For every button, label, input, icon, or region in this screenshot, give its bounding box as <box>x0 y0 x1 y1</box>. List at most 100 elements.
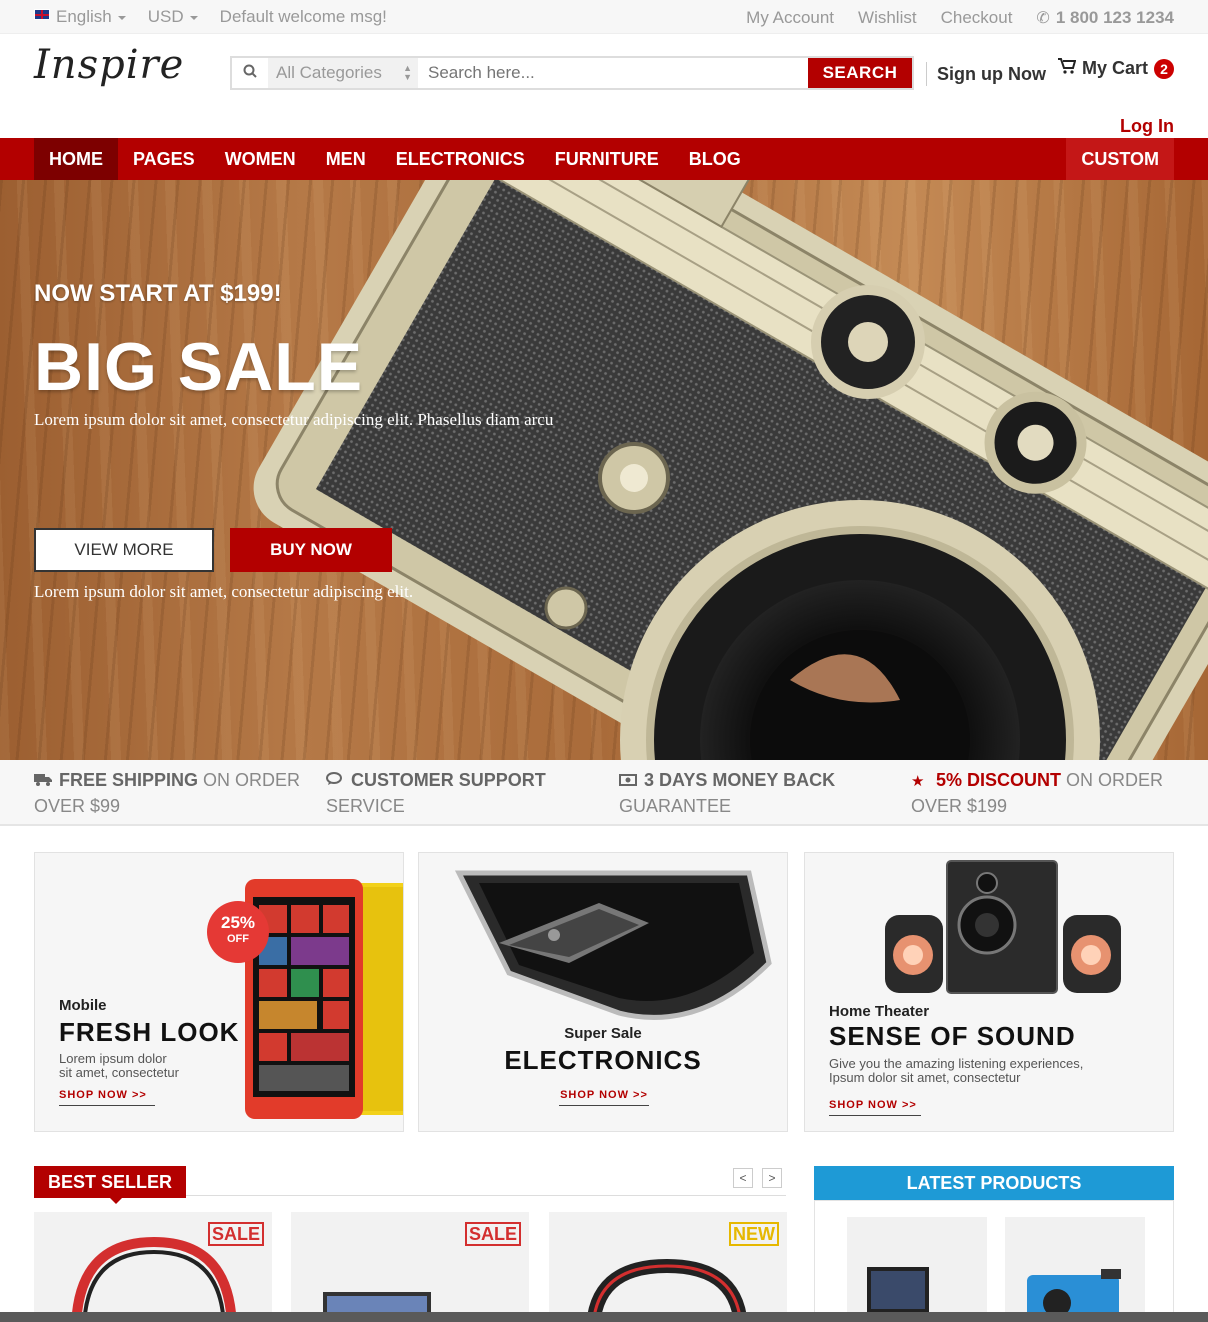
latest-product-item[interactable] <box>1005 1217 1145 1322</box>
hero-description: Lorem ipsum dolor sit amet, consectetur … <box>34 410 554 429</box>
section-divider <box>186 1195 786 1196</box>
bottom-strip <box>0 1312 1208 1322</box>
uk-flag-icon <box>34 9 50 20</box>
cart-icon <box>1058 58 1077 79</box>
discount-off-label: OFF <box>227 933 249 945</box>
promo-subtitle: Mobile <box>59 997 107 1014</box>
search-bar: All Categories ▲ ▼ SEARCH <box>230 56 914 90</box>
cart-button[interactable]: My Cart 2 <box>1058 58 1175 79</box>
feature-money-back: 3 DAYS MONEY BACK GUARANTEE <box>619 768 835 818</box>
feature-subtitle: OVER $99 <box>34 796 121 816</box>
nav-item-pages[interactable]: PAGES <box>118 138 210 180</box>
sale-badge: SALE <box>207 1222 264 1246</box>
promo-card-home-theater[interactable]: Home Theater SENSE OF SOUND Give you the… <box>804 852 1174 1132</box>
view-more-button[interactable]: VIEW MORE <box>34 528 214 572</box>
nav-item-furniture[interactable]: FURNITURE <box>540 138 674 180</box>
cart-count-badge: 2 <box>1154 58 1175 79</box>
signup-link[interactable]: Sign up Now <box>926 62 1046 86</box>
promo-card-electronics[interactable]: Super Sale ELECTRONICS SHOP NOW >> <box>418 852 788 1132</box>
promo-subtitle: Super Sale <box>564 1025 642 1042</box>
select-arrows-icon: ▲ ▼ <box>403 63 412 82</box>
nav-item-men[interactable]: MEN <box>311 138 381 180</box>
top-bar: English USD Default welcome msg! My Acco… <box>0 0 1208 34</box>
camera-image <box>253 180 1208 760</box>
nav-item-custom[interactable]: CUSTOM <box>1066 138 1174 180</box>
language-selector[interactable]: English <box>34 7 126 27</box>
nav-item-electronics[interactable]: ELECTRONICS <box>381 138 540 180</box>
feature-title: FREE SHIPPING <box>59 770 199 790</box>
hero-title: BIG SALE <box>34 329 364 405</box>
sale-badge: SALE <box>464 1222 521 1246</box>
best-seller-tab[interactable]: BEST SELLER <box>34 1166 186 1204</box>
hero-subdescription: Lorem ipsum dolor sit amet, consectetur … <box>34 582 414 601</box>
top-bar-left: English USD Default welcome msg! <box>34 7 387 27</box>
promo-text-line2: Ipsum dolor sit amet, consectetur <box>829 1070 1021 1085</box>
category-select[interactable]: All Categories ▲ ▼ <box>268 58 418 88</box>
main-nav: HOME PAGES WOMEN MEN ELECTRONICS FURNITU… <box>0 138 1208 180</box>
feature-title: 3 DAYS MONEY BACK <box>644 770 836 790</box>
next-arrow-button[interactable]: > <box>762 1168 782 1188</box>
my-account-link[interactable]: My Account <box>746 8 834 28</box>
phone-icon: ✆ <box>1036 10 1050 27</box>
feature-subtitle: OVER $199 <box>911 796 1008 816</box>
hero-kicker: NOW START AT $199! <box>34 280 282 307</box>
nav-item-blog[interactable]: BLOG <box>674 138 756 180</box>
nav-item-home[interactable]: HOME <box>34 138 118 180</box>
logo[interactable]: Inspire <box>34 42 184 88</box>
chat-icon <box>326 770 346 794</box>
promo-text-line1: Give you the amazing listening experienc… <box>829 1056 1084 1071</box>
language-label: English <box>56 7 112 26</box>
feature-customer-support: CUSTOMER SUPPORT SERVICE <box>326 768 546 818</box>
promo-subtitle: Home Theater <box>829 1003 930 1020</box>
latest-products-box <box>814 1200 1174 1322</box>
nav-item-women[interactable]: WOMEN <box>210 138 311 180</box>
feature-suffix: ON ORDER <box>1061 770 1164 790</box>
laptop-image <box>861 1267 949 1319</box>
shop-now-link[interactable]: SHOP NOW >> <box>59 1089 155 1106</box>
truck-icon <box>34 770 54 794</box>
nav-items: HOME PAGES WOMEN MEN ELECTRONICS FURNITU… <box>34 138 756 180</box>
latest-product-item[interactable] <box>847 1217 987 1322</box>
shop-now-link[interactable]: SHOP NOW >> <box>829 1099 921 1116</box>
search-icon <box>232 64 268 82</box>
speaker-image <box>885 860 1121 994</box>
welcome-message: Default welcome msg! <box>219 7 387 26</box>
feature-suffix: ON ORDER <box>198 770 301 790</box>
promo-text-line1: Lorem ipsum dolor <box>59 1051 167 1066</box>
checkout-link[interactable]: Checkout <box>941 8 1013 28</box>
wishlist-link[interactable]: Wishlist <box>858 8 917 28</box>
chevron-down-icon <box>117 15 126 20</box>
discount-badge: 25% OFF <box>207 901 269 963</box>
camera-product-image <box>1027 1269 1121 1322</box>
category-label: All Categories <box>276 63 382 82</box>
feature-title: 5% DISCOUNT <box>936 770 1062 790</box>
latest-products-tab[interactable]: LATEST PRODUCTS <box>814 1166 1174 1206</box>
money-icon <box>619 770 639 794</box>
currency-selector[interactable]: USD <box>148 7 198 27</box>
currency-label: USD <box>147 7 184 26</box>
shop-now-link[interactable]: SHOP NOW >> <box>559 1089 649 1106</box>
product-card[interactable]: SALE <box>291 1212 529 1322</box>
feature-subtitle: GUARANTEE <box>619 796 732 816</box>
cart-label: My Cart <box>1082 58 1149 78</box>
features-bar: FREE SHIPPING ON ORDER OVER $99 CUSTOMER… <box>0 760 1208 826</box>
phone-number: ✆ 1 800 123 1234 <box>1036 8 1174 28</box>
feature-free-shipping: FREE SHIPPING ON ORDER OVER $99 <box>34 768 300 818</box>
hero-banner: NOW START AT $199! BIG SALE Lorem ipsum … <box>0 180 1208 760</box>
promo-title: SENSE OF SOUND <box>829 1021 1076 1051</box>
feature-discount: ★ 5% DISCOUNT ON ORDER OVER $199 <box>911 768 1163 818</box>
product-card[interactable]: NEW <box>549 1212 787 1322</box>
header: Inspire All Categories ▲▼ SEARCH Sign up … <box>0 34 1208 138</box>
search-button[interactable]: SEARCH <box>808 58 912 88</box>
feature-title: CUSTOMER SUPPORT <box>351 770 546 790</box>
product-card[interactable]: SALE <box>34 1212 272 1322</box>
search-input[interactable] <box>418 58 808 88</box>
prev-arrow-button[interactable]: < <box>733 1168 753 1188</box>
login-link[interactable]: Log In <box>1120 116 1174 137</box>
promo-text-line2: sit amet, consectetur <box>59 1065 179 1080</box>
buy-now-button[interactable]: BUY NOW <box>230 528 392 572</box>
promo-title: ELECTRONICS <box>504 1045 702 1075</box>
chevron-down-icon <box>189 15 198 20</box>
feature-subtitle: SERVICE <box>326 796 405 816</box>
promo-card-mobile[interactable]: 25% OFF Mobile FRESH LOOK Lorem ipsum do… <box>34 852 404 1132</box>
